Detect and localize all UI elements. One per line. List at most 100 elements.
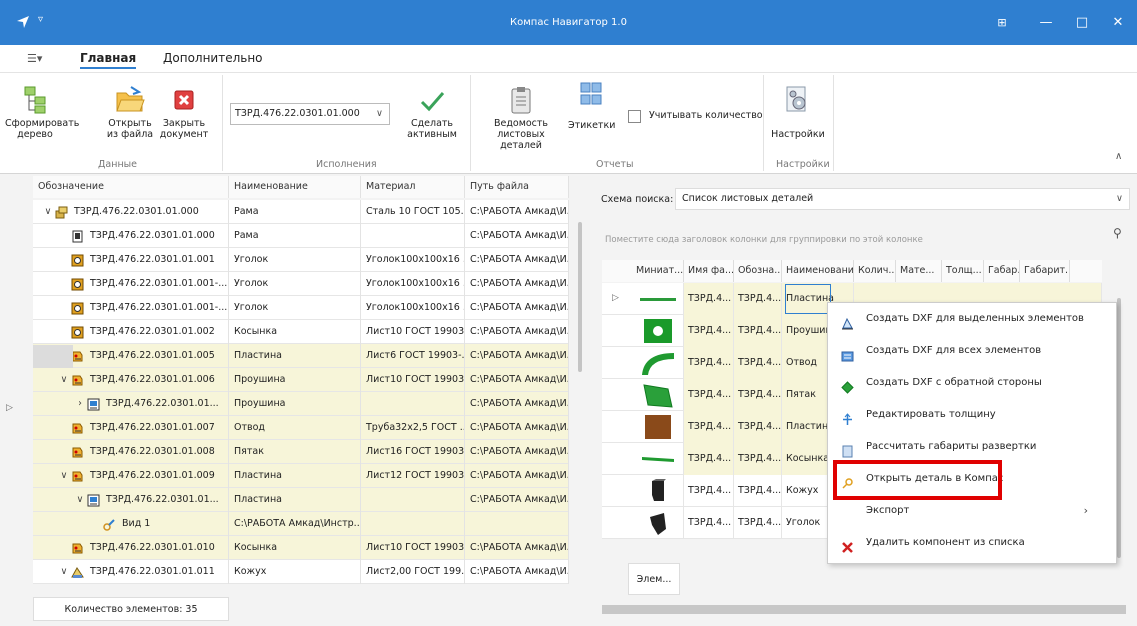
material-cell: Лист6 ГОСТ 19903-... [361,344,465,368]
make-active-label-2: активным [407,129,457,140]
dxf-selected-icon [841,312,854,330]
designation-cell: ТЗРД.476.22.0301.01.001 [33,248,229,272]
thumbnail-cell [632,443,684,475]
dxf-all-icon [841,344,854,362]
open-file-label-1: Открыть [108,118,152,129]
tree-row[interactable]: ТЗРД.476.22.0301.01.000 Рама C:\РАБОТА Амк… [33,224,569,248]
tree-row[interactable]: › ТЗРД.476.22.0301.01... Проушина C:\РАБОТА… [33,392,569,416]
create-dxf-reverse-item[interactable]: Создать DXF с обратной стороны [828,367,1118,399]
remove-component-item[interactable]: Удалить компонент из списка [828,527,1118,559]
expander-icon[interactable]: ∨ [57,560,71,584]
calc-dimensions-item[interactable]: Рассчитать габариты развертки [828,431,1118,463]
tree-row[interactable]: ∨ ТЗРД.476.22.0301.01.011 Кожух Лист2,00 ГО… [33,560,569,584]
close-doc-icon [174,90,194,110]
name-cell: Кожух [229,560,361,584]
designation-text: ТЗРД.476.22.0301.01... [106,398,219,409]
name-cell: Проушина [229,392,361,416]
grid-col-header[interactable]: Миниат... [632,260,684,282]
tree-row[interactable]: ТЗРД.476.22.0301.01.002 Косынка Лист10 ГОС… [33,320,569,344]
tree-row[interactable]: ТЗРД.476.22.0301.01.008 Пятак Лист16 ГОСТ … [33,440,569,464]
layout-icon[interactable]: ⊞ [982,0,1022,45]
designation-cell: ТЗРД.476.22.0301.01.002 [33,320,229,344]
grid-col-header[interactable]: Толщ... [942,260,984,282]
designation-cell: ТЗРД.4... [734,379,782,411]
part-thumbnail-icon [638,477,678,507]
tree-row[interactable]: ТЗРД.476.22.0301.01.007 Отвод Труба32х2,5 … [33,416,569,440]
menu-bar: ☰▾ Главная Дополнительно [0,45,1137,72]
path-cell: C:\РАБОТА Амкад\И... [465,488,569,512]
maximize-button[interactable]: □ [1062,0,1102,45]
name-cell: Рама [229,200,361,224]
expander-icon[interactable]: › [73,392,87,416]
checkmark-icon [420,92,445,112]
calc-icon [841,440,854,458]
collapse-ribbon-icon[interactable]: ∧ [1115,151,1122,162]
col-name-header[interactable]: Наименование [229,176,361,198]
tree-scrollbar[interactable] [578,222,582,372]
grid-col-header[interactable]: Имя фа... [684,260,734,282]
search-icon[interactable]: ⚲ [1113,226,1122,240]
path-cell: C:\РАБОТА Амкад\И... [465,464,569,488]
expander-icon[interactable]: ∨ [41,200,55,224]
expander-icon[interactable]: ∨ [57,464,71,488]
material-cell [361,224,465,248]
designation-text: ТЗРД.476.22.0301.01.001-... [90,278,228,289]
path-cell: C:\РАБОТА Амкад\И... [465,536,569,560]
footer-elements-button[interactable]: Элем... [628,563,680,595]
make-active-button[interactable]: Сделать активным [404,85,460,140]
grid-col-header[interactable]: Габарит... [1020,260,1070,282]
tree-row[interactable]: ТЗРД.476.22.0301.01.001 Уголок Уголок100х1… [33,248,569,272]
designation-cell: ТЗРД.476.22.0301.01.008 [33,440,229,464]
create-dxf-selected-item[interactable]: Создать DXF для выделенных элементов [828,303,1118,335]
tab-extra[interactable]: Дополнительно [163,51,263,65]
designation-cell: ∨ ТЗРД.476.22.0301.01.009 [33,464,229,488]
close-button[interactable]: ✕ [1098,0,1137,45]
drawing-icon [87,397,100,411]
edit-thickness-item[interactable]: Редактировать толщину [828,399,1118,431]
create-dxf-all-item[interactable]: Создать DXF для всех элементов [828,335,1118,367]
tree-row[interactable]: ТЗРД.476.22.0301.01.001-... Уголок Уголок1… [33,296,569,320]
tree-row[interactable]: ∨ ТЗРД.476.22.0301.01... Пластина C:\РАБОТА… [33,488,569,512]
grid-col-header[interactable]: Габар... [984,260,1020,282]
file-cell: ТЗРД.4... [684,315,734,347]
path-cell: C:\РАБОТА Амкад\И... [465,320,569,344]
menu-item-label: Удалить компонент из списка [866,537,1025,548]
view-icon [103,517,116,531]
tree-row[interactable]: Вид 1 C:\РАБОТА Амкад\Инстр... [33,512,569,536]
tree-row[interactable]: ∨ ТЗРД.476.22.0301.01.006 Проушина Лист10 Г… [33,368,569,392]
designation-text: ТЗРД.476.22.0301.01.002 [90,326,215,337]
horizontal-scrollbar[interactable] [602,605,1126,614]
close-document-button[interactable]: Закрыть документ [154,85,214,140]
col-designation-header[interactable]: Обозначение [33,176,229,198]
col-path-header[interactable]: Путь файла [465,176,569,198]
search-scheme-dropdown[interactable]: Список листовых деталей ∨ [675,188,1130,210]
count-checkbox[interactable] [628,110,641,123]
grid-col-header[interactable]: Обозна... [734,260,782,282]
tree-row[interactable]: ∨ ТЗРД.476.22.0301.01.009 Пластина Лист12 Г… [33,464,569,488]
labels-button[interactable]: Этикетки [568,81,615,131]
grid-col-header[interactable]: Наименование [782,260,854,282]
grid-col-header[interactable]: Мате... [896,260,942,282]
settings-button[interactable]: Настройки [768,85,828,140]
execution-dropdown[interactable]: ТЗРД.476.22.0301.01.000 ∨ [230,103,390,125]
minimize-button[interactable]: — [1026,0,1066,45]
sheet-list-button[interactable]: Ведомость листовых деталей [476,85,566,151]
open-file-button[interactable]: Открыть из файла [100,85,160,140]
tree-row[interactable]: ∨ ТЗРД.476.22.0301.01.000 Рама Сталь 10 ГОС… [33,200,569,224]
grid-col-header[interactable]: Колич... [854,260,896,282]
part-thumbnail-icon [638,381,678,411]
app-menu-icon[interactable]: ☰▾ [27,52,42,65]
designation-text: Вид 1 [122,518,151,529]
path-cell: C:\РАБОТА Амкад\И... [465,200,569,224]
sheet-part-icon [71,469,84,482]
drawing-icon [87,493,100,507]
build-tree-button[interactable]: Сформировать дерево [5,85,79,140]
tree-row[interactable]: ТЗРД.476.22.0301.01.005 Пластина Лист6 ГОС… [33,344,569,368]
tab-main[interactable]: Главная [80,51,137,69]
col-material-header[interactable]: Материал [361,176,465,198]
tree-row[interactable]: ТЗРД.476.22.0301.01.010 Косынка Лист10 ГОС… [33,536,569,560]
designation-cell: ∨ ТЗРД.476.22.0301.01.000 [33,200,229,224]
expander-icon[interactable]: ∨ [57,368,71,392]
tree-row[interactable]: ТЗРД.476.22.0301.01.001-... Уголок Уголок1… [33,272,569,296]
expander-icon[interactable]: ∨ [73,488,87,512]
